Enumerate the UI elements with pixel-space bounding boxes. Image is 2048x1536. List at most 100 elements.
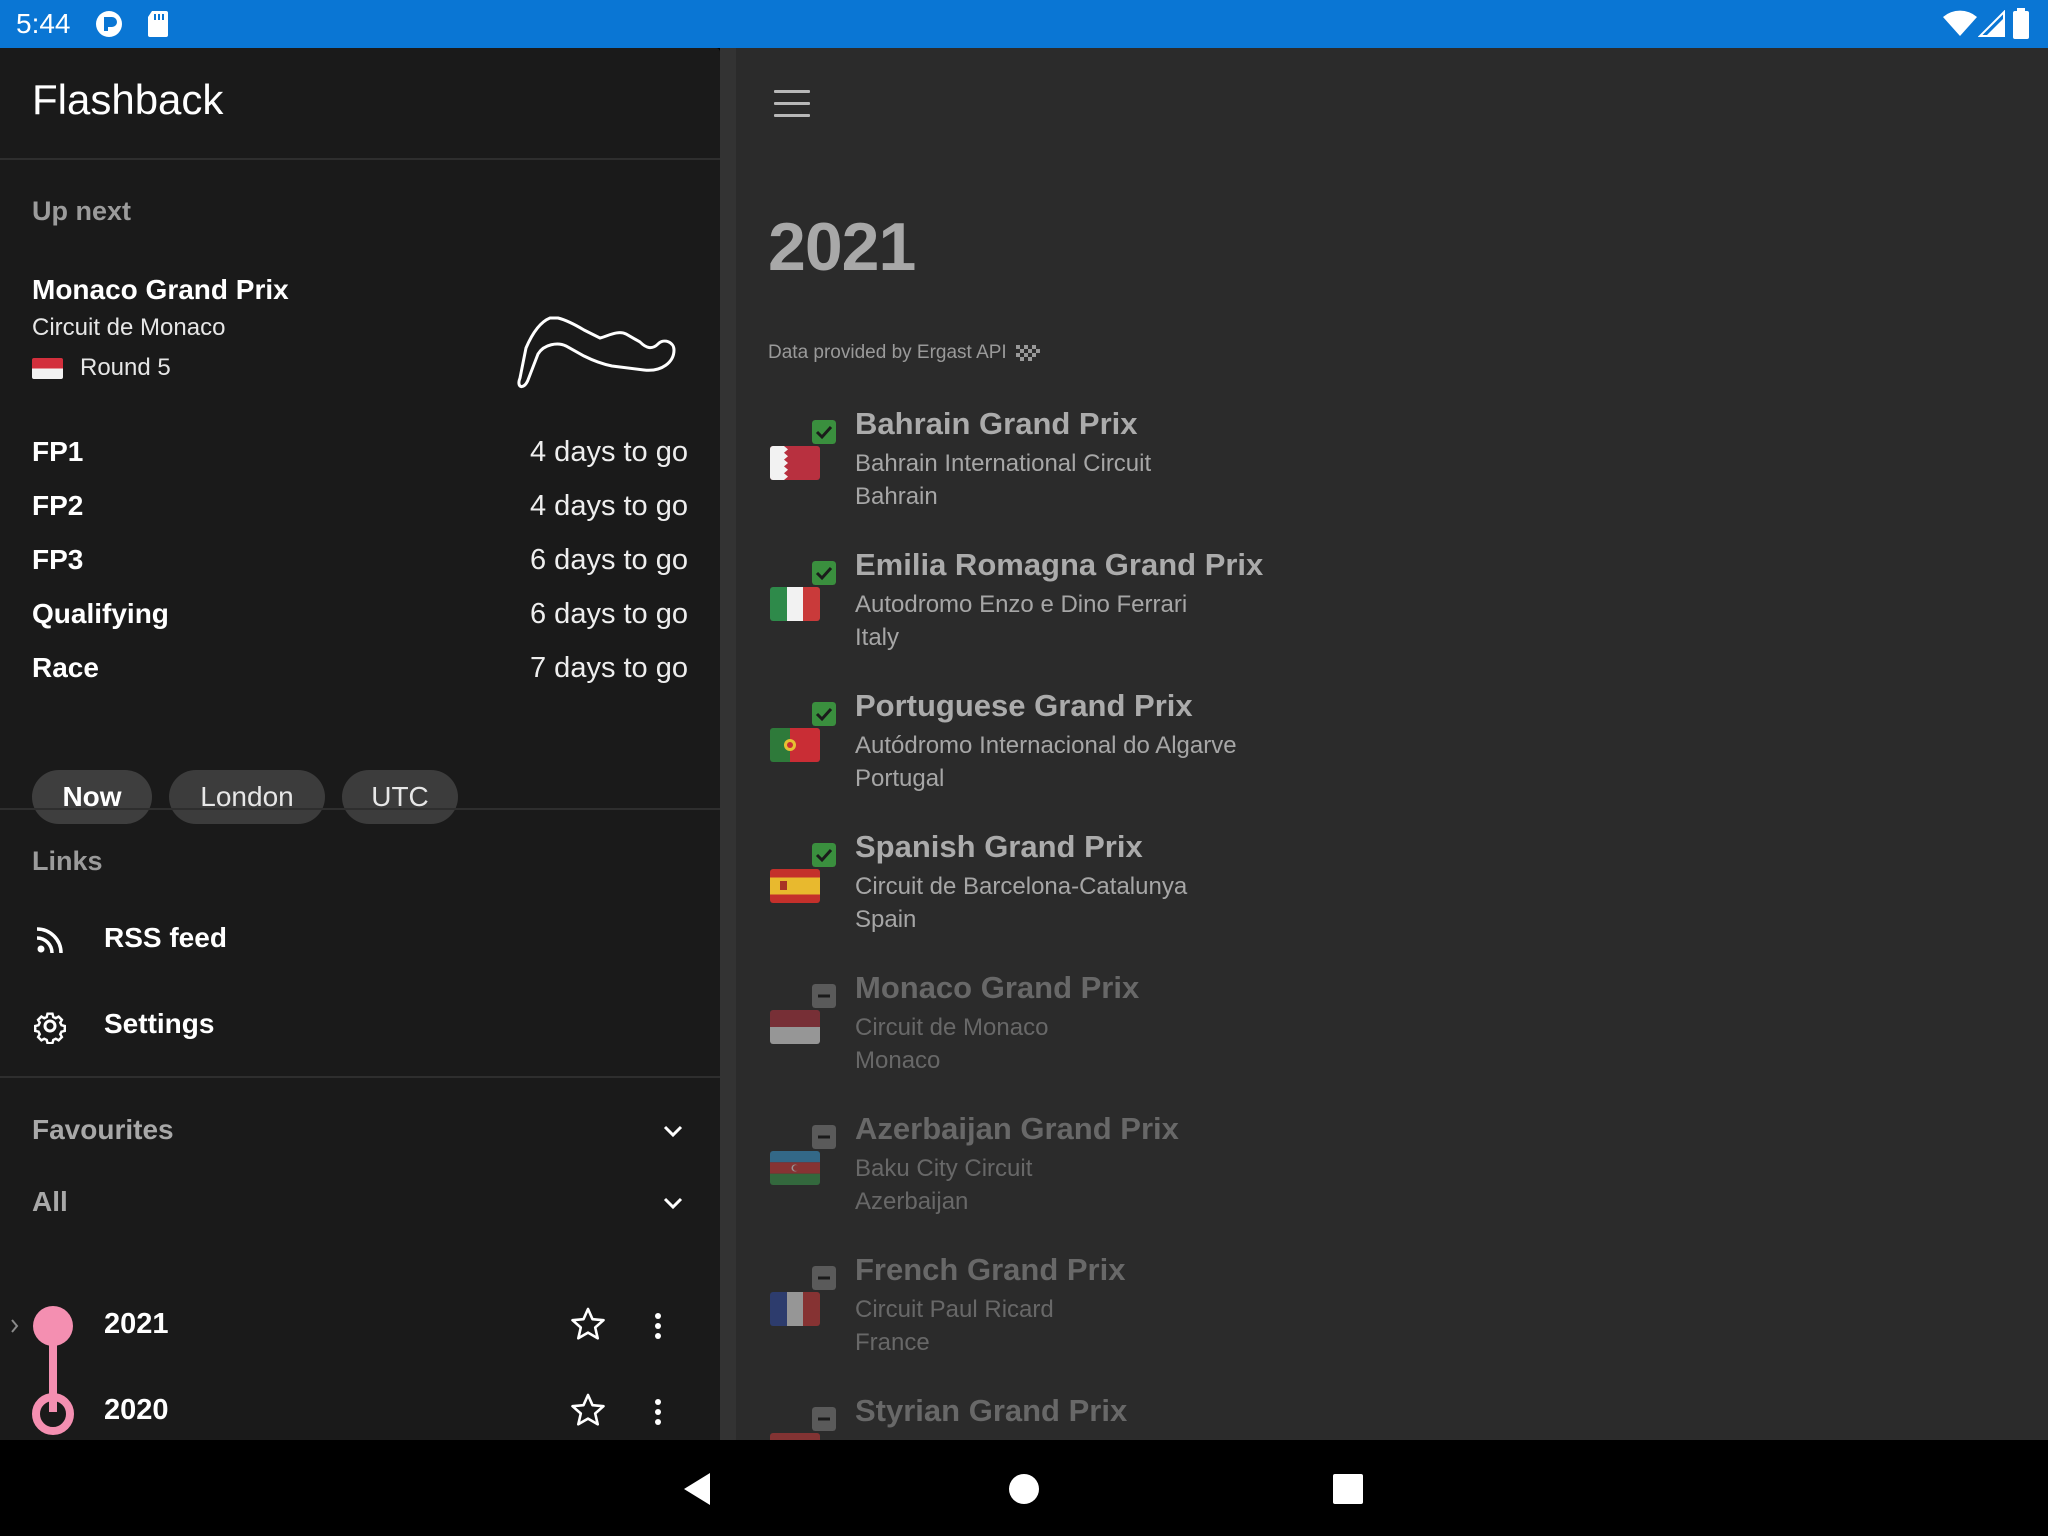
- upcoming-dash-icon: [812, 1266, 836, 1290]
- session-countdown: 6 days to go: [530, 598, 688, 630]
- session-name: Race: [32, 652, 99, 683]
- race-country: Bahrain: [855, 483, 938, 510]
- session-name: Qualifying: [32, 598, 169, 629]
- season-item-2021[interactable]: 2021: [0, 1286, 720, 1372]
- recents-icon[interactable]: [1323, 1464, 1373, 1514]
- bahrain-flag-icon: [770, 446, 820, 480]
- upcoming-dash-icon: [812, 1125, 836, 1149]
- race-country: Italy: [855, 624, 900, 651]
- session-name: FP3: [32, 544, 84, 575]
- race-name: Spanish Grand Prix: [855, 829, 1143, 864]
- session-name: FP2: [32, 490, 84, 521]
- session-countdown: 6 days to go: [530, 544, 688, 576]
- race-name: French Grand Prix: [855, 1252, 1126, 1287]
- session-countdown: 7 days to go: [530, 652, 688, 684]
- race-name: Emilia Romagna Grand Prix: [855, 547, 1264, 582]
- session-name: FP1: [32, 436, 84, 467]
- back-icon[interactable]: [672, 1464, 722, 1514]
- up-next-label: Up next: [32, 196, 132, 226]
- race-circuit: Circuit de Monaco: [855, 1014, 1049, 1041]
- gear-icon: [34, 1012, 66, 1044]
- completed-check-icon: [812, 843, 836, 867]
- settings-link[interactable]: Settings: [32, 996, 688, 1052]
- favourites-toggle[interactable]: Favourites: [32, 1106, 688, 1156]
- chevron-down-icon: [663, 1125, 683, 1138]
- race-circuit: Circuit de Barcelona-Catalunya: [855, 873, 1188, 900]
- session-row: FP3 6 days to go: [32, 544, 688, 584]
- chip-utc[interactable]: UTC: [342, 770, 458, 824]
- race-name: Styrian Grand Prix: [855, 1393, 1128, 1428]
- race-row[interactable]: Emilia Romagna Grand Prix Autodromo Enzo…: [768, 547, 1468, 677]
- completed-check-icon: [812, 561, 836, 585]
- race-row[interactable]: Spanish Grand Prix Circuit de Barcelona-…: [768, 829, 1468, 959]
- menu-icon[interactable]: [774, 90, 812, 118]
- season-year: 2020: [104, 1394, 169, 1426]
- race-name: Monaco Grand Prix: [855, 970, 1140, 1005]
- completed-check-icon: [812, 420, 836, 444]
- monaco-flag-icon: [770, 1010, 820, 1044]
- season-title: 2021: [768, 209, 916, 285]
- status-bar: 5:44: [0, 0, 2048, 48]
- all-seasons-toggle[interactable]: All: [32, 1178, 688, 1228]
- app-title: Flashback: [32, 76, 224, 123]
- austria-flag-icon: [770, 1433, 820, 1440]
- monaco-flag-icon: [32, 358, 63, 379]
- favourites-label: Favourites: [32, 1114, 174, 1145]
- season-item-2020[interactable]: 2020: [0, 1372, 720, 1440]
- race-country: Spain: [855, 906, 917, 933]
- session-countdown: 4 days to go: [530, 490, 688, 522]
- star-outline-icon[interactable]: [570, 1392, 606, 1428]
- season-year: 2021: [104, 1308, 169, 1340]
- checkered-flag-icon: [1015, 344, 1040, 361]
- portugal-flag-icon: [770, 728, 820, 762]
- race-row[interactable]: French Grand Prix Circuit Paul Ricard Fr…: [768, 1252, 1468, 1382]
- race-name: Bahrain Grand Prix: [855, 406, 1138, 441]
- more-vert-icon[interactable]: [646, 1308, 670, 1344]
- divider: [0, 158, 720, 160]
- race-country: France: [855, 1329, 930, 1356]
- chip-london[interactable]: London: [169, 770, 325, 824]
- next-race-round: Round 5: [80, 354, 171, 381]
- home-icon[interactable]: [999, 1464, 1049, 1514]
- race-row[interactable]: Bahrain Grand Prix Bahrain International…: [768, 406, 1468, 536]
- more-vert-icon[interactable]: [646, 1394, 670, 1430]
- italy-flag-icon: [770, 587, 820, 621]
- azerbaijan-flag-icon: [770, 1151, 820, 1185]
- session-row: Race 7 days to go: [32, 652, 688, 692]
- sd-card-icon: [148, 11, 168, 37]
- data-credit: Data provided by Ergast API: [768, 342, 1040, 364]
- battery-icon: [2013, 8, 2029, 39]
- navigation-drawer: Flashback Up next Monaco Grand Prix Circ…: [0, 48, 720, 1440]
- chevron-down-icon: [663, 1197, 683, 1210]
- session-row: FP2 4 days to go: [32, 490, 688, 530]
- session-countdown: 4 days to go: [530, 436, 688, 468]
- race-row[interactable]: Monaco Grand Prix Circuit de Monaco Mona…: [768, 970, 1468, 1100]
- divider: [0, 808, 720, 810]
- race-row[interactable]: Styrian Grand Prix: [768, 1393, 1468, 1440]
- race-name: Azerbaijan Grand Prix: [855, 1111, 1179, 1146]
- race-circuit: Bahrain International Circuit: [855, 450, 1152, 477]
- race-row[interactable]: Azerbaijan Grand Prix Baku City Circuit …: [768, 1111, 1468, 1241]
- race-country: Azerbaijan: [855, 1188, 969, 1215]
- rss-icon: [36, 927, 63, 954]
- upcoming-dash-icon: [812, 1407, 836, 1431]
- race-country: Monaco: [855, 1047, 941, 1074]
- circuit-map-icon: [517, 316, 676, 388]
- reader-icon: [96, 11, 122, 37]
- race-row[interactable]: Portuguese Grand Prix Autódromo Internac…: [768, 688, 1468, 818]
- next-race-name[interactable]: Monaco Grand Prix: [32, 274, 289, 306]
- race-circuit: Autodromo Enzo e Dino Ferrari: [855, 591, 1188, 618]
- wifi-icon: [1943, 10, 1977, 36]
- france-flag-icon: [770, 1292, 820, 1326]
- credit-text: Data provided by Ergast API: [768, 342, 1007, 363]
- chip-now[interactable]: Now: [32, 770, 152, 824]
- race-country: Portugal: [855, 765, 945, 792]
- session-row: Qualifying 6 days to go: [32, 598, 688, 638]
- star-outline-icon[interactable]: [570, 1306, 606, 1342]
- session-row: FP1 4 days to go: [32, 436, 688, 476]
- rss-feed-link[interactable]: RSS feed: [32, 910, 688, 966]
- next-race-circuit: Circuit de Monaco: [32, 314, 226, 341]
- settings-label: Settings: [104, 1008, 215, 1039]
- completed-check-icon: [812, 702, 836, 726]
- signal-icon: [1978, 10, 2005, 37]
